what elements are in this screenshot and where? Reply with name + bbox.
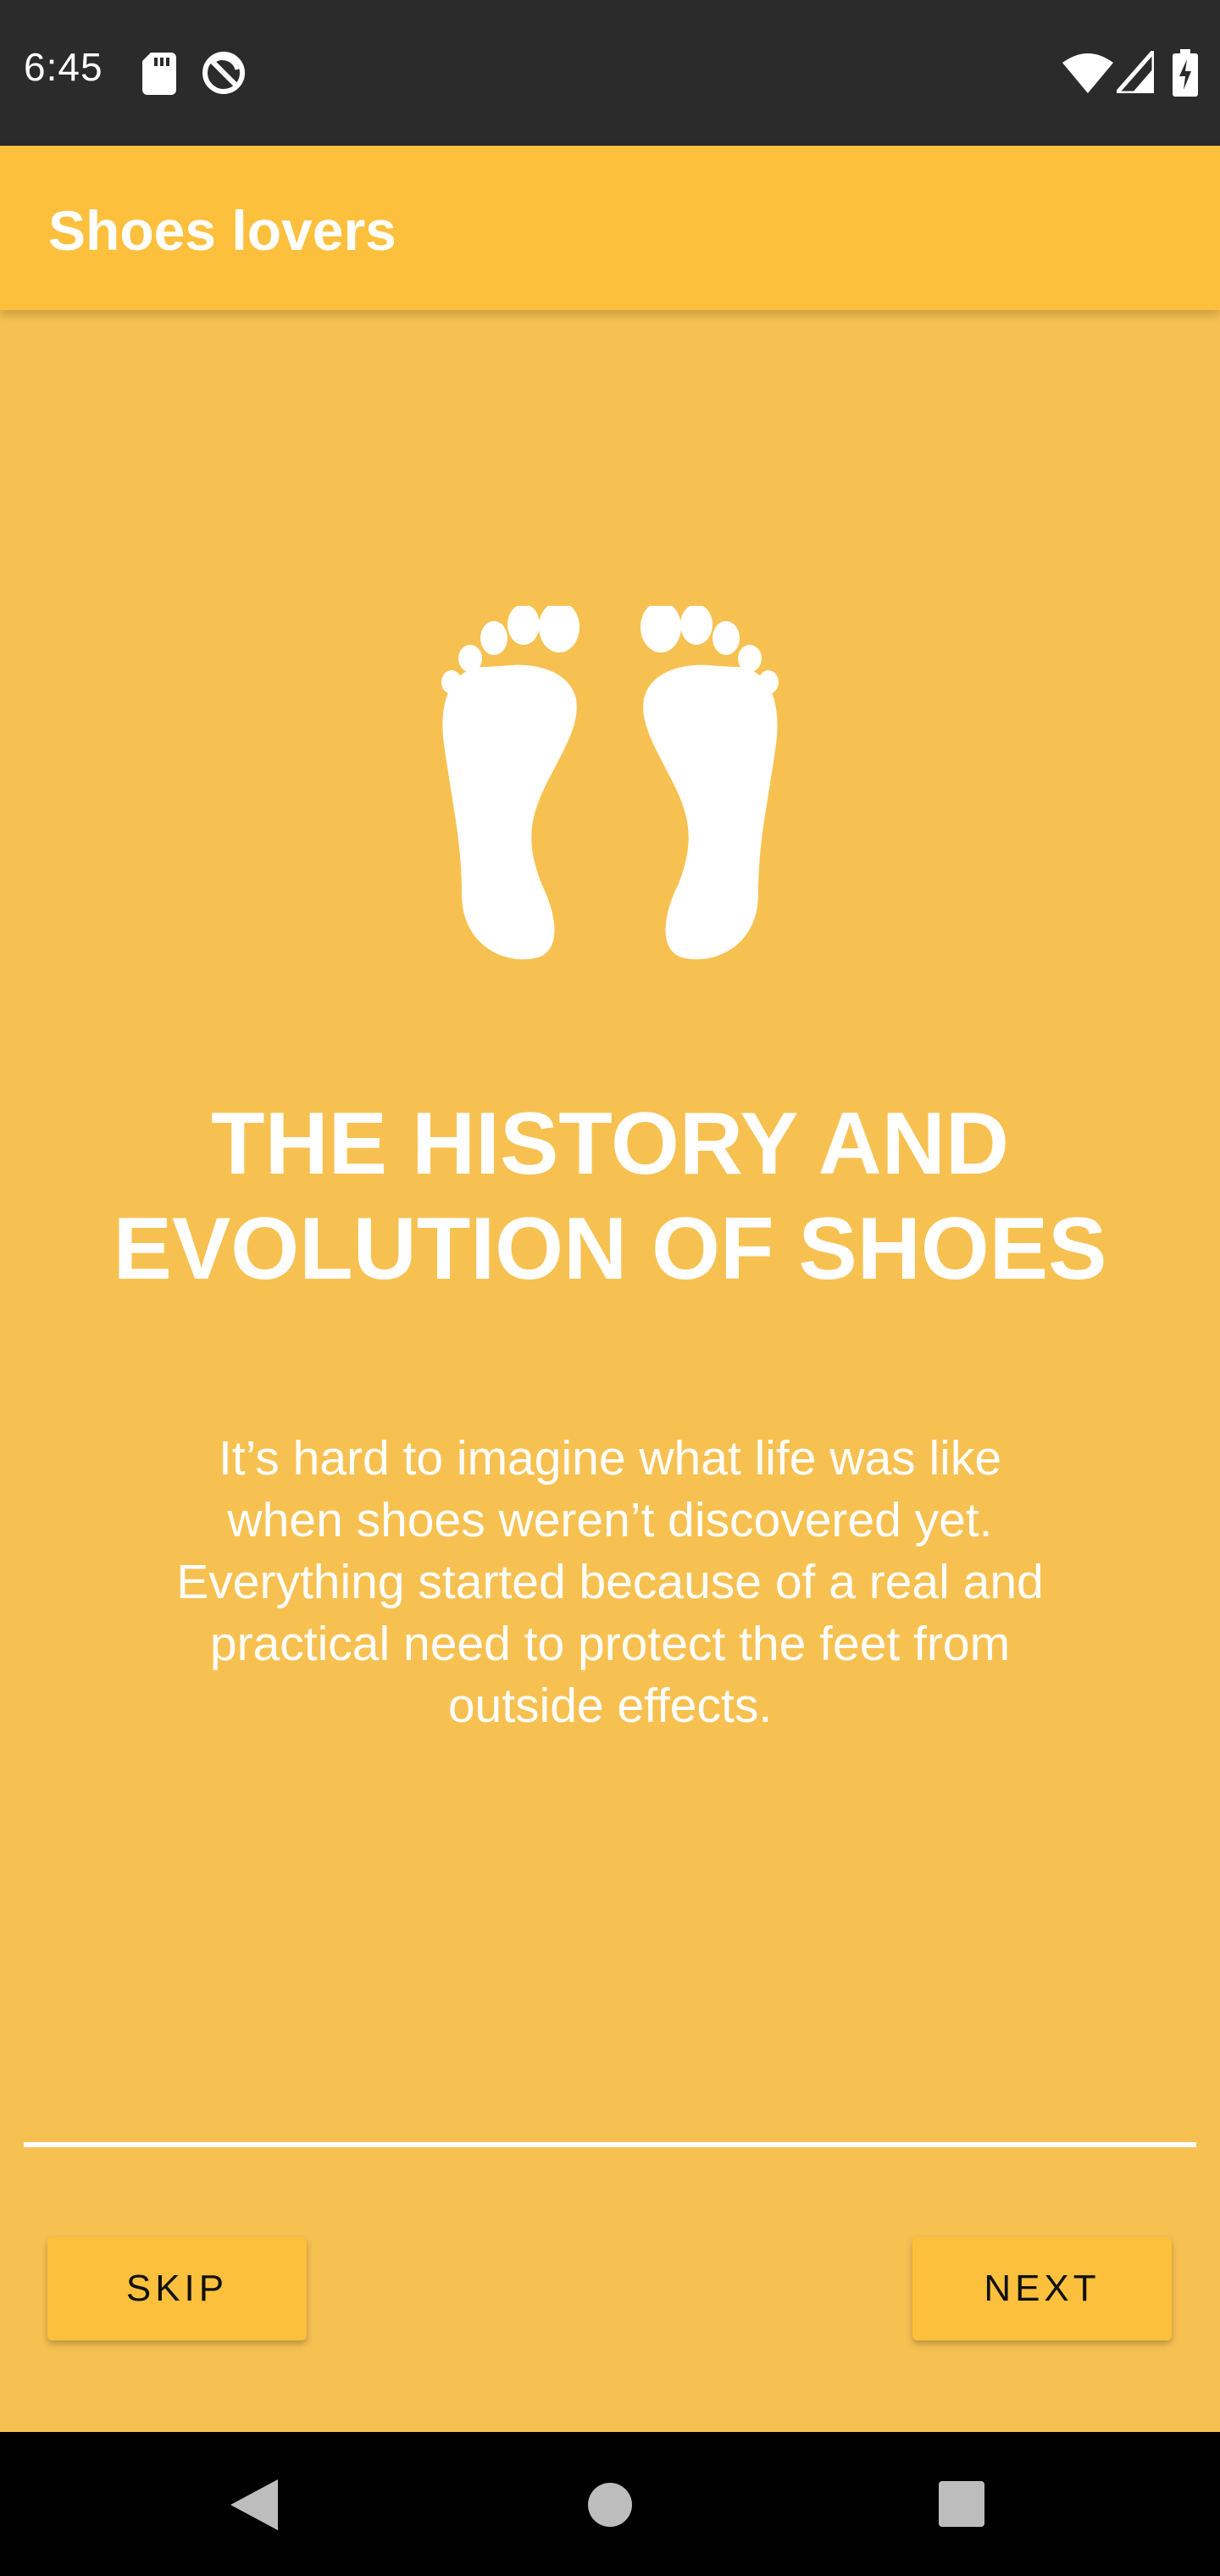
sd-card-icon [142,53,176,95]
back-icon[interactable] [230,2479,278,2530]
battery-charging-icon [1173,49,1198,97]
next-button[interactable]: NEXT [912,2237,1172,2340]
skip-button[interactable]: SKIP [47,2237,307,2340]
home-icon[interactable] [586,2481,634,2529]
headline-line-1: THE HISTORY AND [211,1095,1009,1193]
divider [24,2142,1196,2147]
recents-icon[interactable] [939,2481,984,2527]
page-title: THE HISTORY AND EVOLUTION OF SHOES [51,1091,1169,1302]
headline-line-2: EVOLUTION OF SHOES [113,1200,1107,1298]
status-bar: 6:45 [0,0,1220,146]
wifi-icon [1062,53,1113,93]
description-text: It’s hard to imagine what life was like … [176,1431,1044,1733]
app-bar: Shoes lovers [0,146,1220,310]
status-time: 6:45 [24,45,103,89]
feet-icon [441,606,779,960]
sync-disabled-icon [202,52,245,94]
navigation-bar [0,2432,1220,2576]
signal-icon [1117,51,1154,93]
app-title: Shoes lovers [48,199,396,262]
